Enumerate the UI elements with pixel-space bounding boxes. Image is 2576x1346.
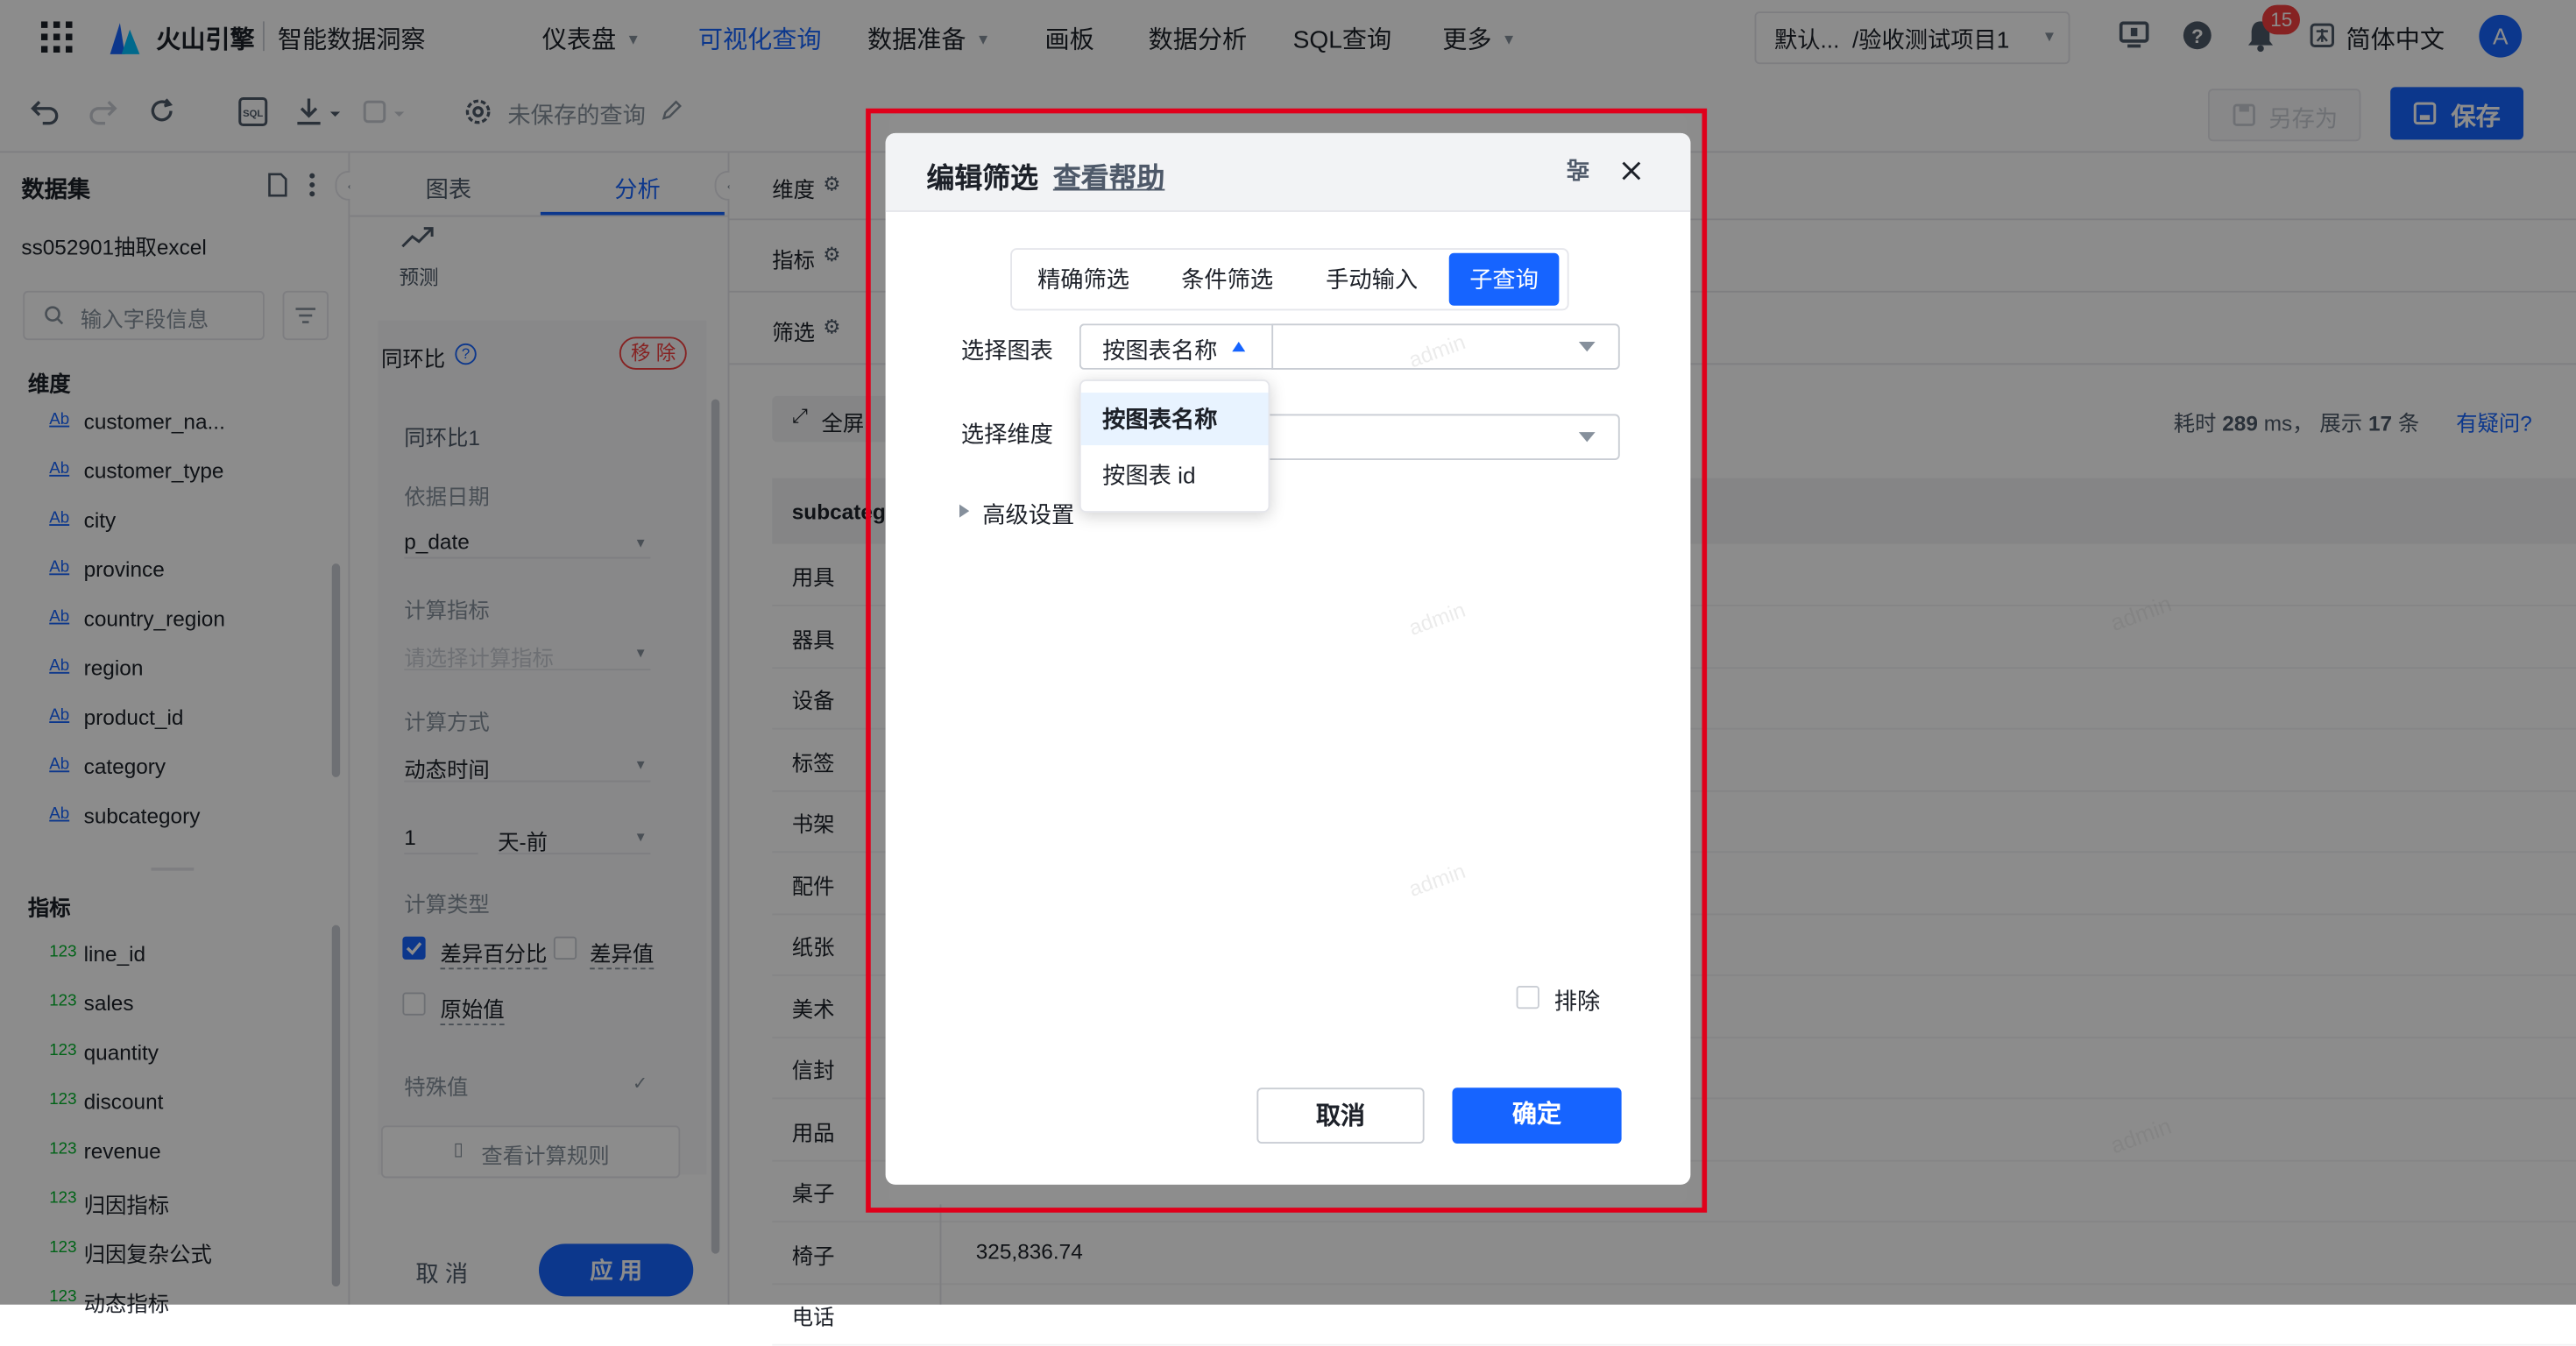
row-divider bbox=[772, 1344, 2576, 1346]
highlight-box bbox=[866, 109, 1707, 1213]
